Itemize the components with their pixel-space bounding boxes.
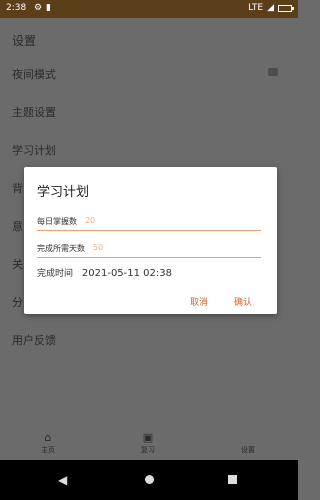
setting-label: 意 (12, 220, 23, 233)
app-bar: 设置 (0, 18, 298, 58)
daily-count-field[interactable]: 每日掌握数 20 (37, 211, 261, 231)
back-icon[interactable]: ◀ (58, 473, 67, 487)
home-icon: ⌂ (44, 431, 52, 444)
settings-icon: ⚙ (34, 3, 43, 13)
setting-label: 用户反馈 (12, 334, 56, 347)
home-button-icon[interactable] (145, 475, 154, 484)
setting-label: 主题设置 (12, 106, 56, 119)
days-needed-field[interactable]: 完成所需天数 50 (37, 238, 261, 258)
night-mode-toggle[interactable] (268, 68, 278, 76)
status-bar: 2:38 ⚙ ▮ LTE ◢ (0, 0, 298, 18)
nav-settings-label: 设置 (241, 446, 255, 454)
nav-home-label: 主页 (41, 446, 55, 454)
nav-home[interactable]: ⌂ 主页 (28, 431, 68, 455)
setting-label: 背 (12, 182, 23, 195)
setting-study-plan[interactable]: 学习计划 (0, 134, 298, 164)
battery-icon (278, 4, 294, 12)
nav-review[interactable]: ▣ 复习 (128, 431, 168, 455)
daily-count-value: 20 (85, 216, 96, 225)
cancel-button[interactable]: 取消 (190, 295, 208, 308)
setting-label: 分 (12, 296, 23, 309)
settings-icon (228, 431, 268, 445)
setting-label: 学习计划 (12, 144, 56, 157)
dialog-title: 学习计划 (37, 185, 90, 200)
lock-icon: ▮ (46, 3, 51, 13)
signal-icon: ◢ (267, 3, 274, 13)
daily-count-label: 每日掌握数 (37, 217, 77, 226)
study-plan-dialog: 学习计划 每日掌握数 20 完成所需天数 50 完成时间 2021-05-11 … (24, 167, 277, 314)
recents-icon[interactable] (228, 475, 237, 484)
finish-time-value: 2021-05-11 02:38 (81, 268, 173, 279)
network-type: LTE (248, 3, 264, 13)
bottom-nav: ⌂ 主页 ▣ 复习 设置 (0, 427, 298, 461)
setting-feedback[interactable]: 用户反馈 (0, 324, 298, 354)
setting-label: 夜间模式 (12, 68, 56, 81)
nav-review-label: 复习 (141, 446, 155, 454)
finish-time-row: 完成时间 2021-05-11 02:38 (37, 266, 172, 279)
finish-time-label: 完成时间 (37, 269, 74, 279)
setting-night-mode[interactable]: 夜间模式 (0, 58, 298, 88)
nav-settings[interactable]: 设置 (228, 431, 268, 455)
confirm-button[interactable]: 确认 (234, 295, 252, 308)
system-nav-bar: ◀ (0, 460, 298, 500)
page-title: 设置 (12, 34, 37, 48)
chat-icon: ▣ (142, 431, 154, 444)
status-time: 2:38 (6, 3, 27, 13)
setting-theme[interactable]: 主题设置 (0, 96, 298, 126)
days-needed-label: 完成所需天数 (37, 244, 85, 253)
setting-label: 关 (12, 258, 23, 271)
days-needed-value: 50 (93, 243, 104, 252)
